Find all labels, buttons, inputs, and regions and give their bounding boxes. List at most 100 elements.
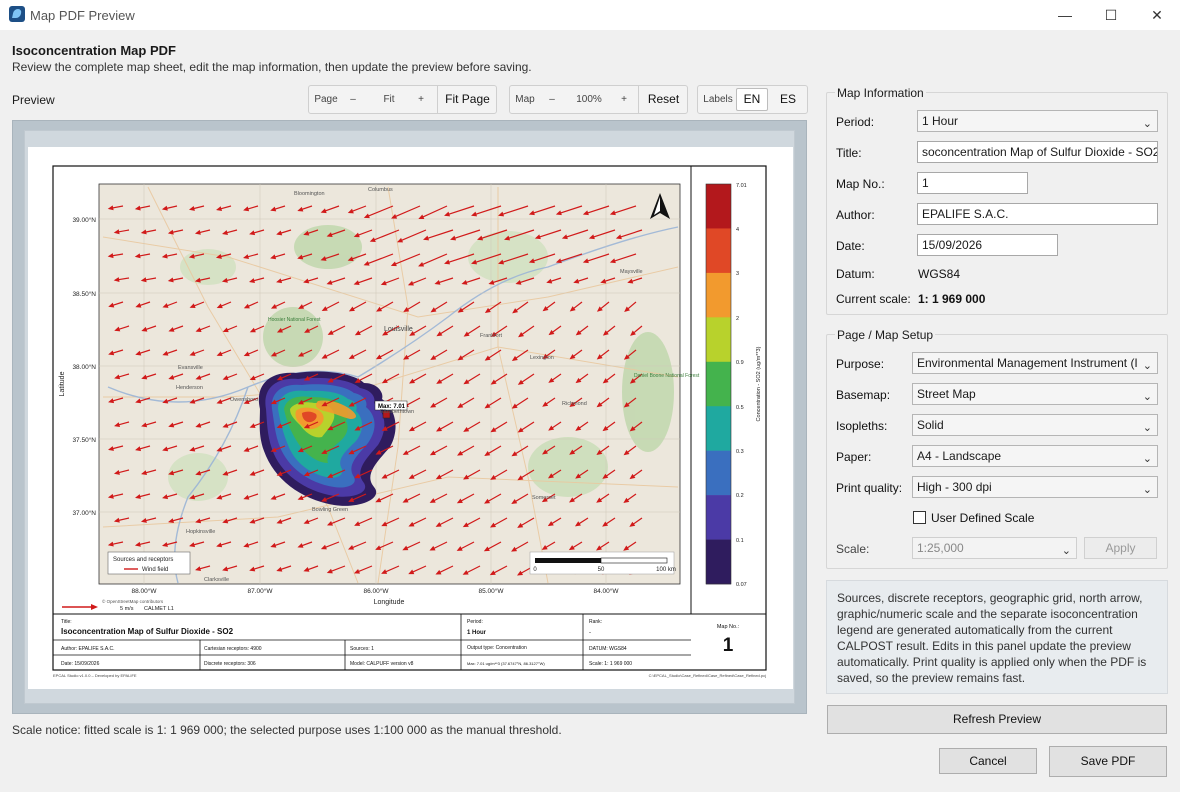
x-axis-label: Longitude xyxy=(374,599,405,606)
legend-title: Sources and receptors xyxy=(113,557,173,563)
preview-viewport[interactable]: Max: 7.01 Bloomington Columbus Evansvill… xyxy=(12,120,807,714)
legend-item-wind-field: Wind field xyxy=(142,567,168,573)
date-input[interactable]: 15/09/2026 xyxy=(917,234,1058,256)
info-notice: Sources, discrete receptors, geographic … xyxy=(826,580,1168,694)
page-zoom-label: Page xyxy=(314,94,338,105)
tb-rank-value: - xyxy=(589,630,591,636)
cancel-button[interactable]: Cancel xyxy=(939,748,1037,774)
tb-mapno-caption: Map No.: xyxy=(717,624,740,630)
colorbar-band xyxy=(706,539,731,585)
page-zoom-in-button[interactable]: + xyxy=(413,86,429,113)
colorbar-tick: 7.01 xyxy=(736,183,747,189)
map-zoom-out-button[interactable]: – xyxy=(544,86,560,113)
page-setup-heading: Page / Map Setup xyxy=(835,328,936,342)
dialog-subtitle: Review the complete map sheet, edit the … xyxy=(12,60,532,74)
purpose-select-value: Environmental Management Instrument (I xyxy=(917,356,1138,370)
place-label: Daniel Boone National Forest xyxy=(634,373,700,379)
current-scale-label: Current scale: xyxy=(836,292,911,306)
place-label: Somerset xyxy=(532,495,556,501)
mapno-input[interactable]: 1 xyxy=(917,172,1028,194)
tb-period-caption: Period: xyxy=(467,619,483,625)
colorbar-tick: 3 xyxy=(736,271,739,277)
period-select[interactable]: 1 Hour ⌄ xyxy=(917,110,1158,132)
lang-es-button[interactable]: ES xyxy=(773,86,803,113)
graphic-scale-bar: 0 50 100 km xyxy=(529,551,676,575)
scale-notice: Scale notice: fitted scale is 1: 1 969 0… xyxy=(12,723,562,737)
page-zoom-group: Page – Fit + Fit Page xyxy=(308,85,497,114)
user-defined-scale-checkbox[interactable] xyxy=(913,511,926,524)
colorbar-tick: 0.9 xyxy=(736,360,744,366)
page-zoom-value: Fit xyxy=(383,94,395,105)
map-reset-button[interactable]: Reset xyxy=(638,86,688,113)
lon-tick: 84.00°W xyxy=(593,587,619,595)
colorbar-tick: 0.1 xyxy=(736,538,744,544)
paper-select[interactable]: A4 - Landscape ⌄ xyxy=(912,445,1158,467)
colorbar-band xyxy=(706,495,731,540)
datum-value: WGS84 xyxy=(918,267,961,281)
colorbar-tick: 2 xyxy=(736,316,739,322)
paper-select-value: A4 - Landscape xyxy=(917,449,1002,463)
isopleths-select[interactable]: Solid ⌄ xyxy=(912,414,1158,436)
close-button[interactable]: ✕ xyxy=(1134,0,1180,30)
lat-tick: 38.50°N xyxy=(72,290,96,298)
save-pdf-button[interactable]: Save PDF xyxy=(1049,746,1167,777)
scale-select-value: 1:25,000 xyxy=(917,541,964,555)
refresh-preview-button[interactable]: Refresh Preview xyxy=(827,705,1167,734)
app-icon xyxy=(9,6,25,22)
colorbar-band xyxy=(706,361,731,407)
fit-page-button[interactable]: Fit Page xyxy=(437,86,497,113)
basemap-select[interactable]: Street Map ⌄ xyxy=(912,383,1158,405)
tb-output-type: Output type: Concentration xyxy=(467,645,527,651)
place-label: Maysville xyxy=(620,269,643,275)
scale-select[interactable]: 1:25,000 ⌄ xyxy=(912,537,1077,559)
place-label: Hopkinsville xyxy=(186,529,215,535)
chevron-down-icon: ⌄ xyxy=(1061,545,1071,557)
lat-tick: 38.00°N xyxy=(72,363,96,371)
maximize-button[interactable]: ☐ xyxy=(1088,0,1134,30)
minimize-button[interactable]: — xyxy=(1042,0,1088,30)
lat-tick: 37.50°N xyxy=(72,436,96,444)
lon-tick: 86.00°W xyxy=(363,587,389,595)
tb-max: Max: 7.01 ug/m**3 (37.6747°N, 86.3127°W) xyxy=(467,661,545,666)
print-quality-select-value: High - 300 dpi xyxy=(917,480,992,494)
author-label: Author: xyxy=(836,208,875,222)
tb-period-value: 1 Hour xyxy=(467,630,487,636)
preview-label: Preview xyxy=(12,93,55,107)
lon-tick: 88.00°W xyxy=(131,587,157,595)
lang-en-button[interactable]: EN xyxy=(736,88,768,111)
place-label: Hoosier National Forest xyxy=(268,317,321,323)
map-sheet-svg: Max: 7.01 Bloomington Columbus Evansvill… xyxy=(52,165,767,678)
title-bar: Map PDF Preview — ☐ ✕ xyxy=(0,0,1180,30)
colorbar-band xyxy=(706,272,731,318)
tb-discrete-receptors: Discrete receptors: 306 xyxy=(204,661,256,667)
basemap-label: Basemap: xyxy=(836,388,891,402)
colorbar-tick: 0.2 xyxy=(736,493,744,499)
basemap-select-value: Street Map xyxy=(917,387,976,401)
period-select-value: 1 Hour xyxy=(922,114,959,128)
map-zoom-label: Map xyxy=(515,94,535,105)
sheet-footer-left: EPCAL Studio v1.0.0 – Developed by EPALI… xyxy=(53,673,137,678)
print-quality-label: Print quality: xyxy=(836,481,903,495)
author-input[interactable]: EPALIFE S.A.C. xyxy=(917,203,1158,225)
place-label: Louisville xyxy=(384,326,413,333)
purpose-select[interactable]: Environmental Management Instrument (I ⌄ xyxy=(912,352,1158,374)
print-quality-select[interactable]: High - 300 dpi ⌄ xyxy=(912,476,1158,498)
place-label: Frankfort xyxy=(480,333,502,339)
colorbar-tick: 0.3 xyxy=(736,449,744,455)
place-label: Columbus xyxy=(368,187,393,193)
wind-reference-speed: 5 m/s xyxy=(120,606,134,612)
user-defined-scale-label[interactable]: User Defined Scale xyxy=(931,511,1034,525)
labels-language-group: Labels EN ES xyxy=(697,85,808,114)
map-zoom-in-button[interactable]: + xyxy=(616,86,632,113)
colorbar-band xyxy=(706,450,731,496)
colorbar-band xyxy=(706,184,731,229)
apply-scale-button[interactable]: Apply xyxy=(1084,537,1157,559)
page-zoom-out-button[interactable]: – xyxy=(345,86,361,113)
map-information-heading: Map Information xyxy=(835,86,926,100)
chevron-down-icon: ⌄ xyxy=(1142,118,1152,130)
tb-rank-caption: Rank: xyxy=(589,619,602,625)
title-input[interactable]: soconcentration Map of Sulfur Dioxide - … xyxy=(917,141,1158,163)
tb-date: Date: 15/09/2026 xyxy=(61,661,100,667)
tb-mapno-value: 1 xyxy=(723,635,734,656)
osm-credit: © OpenStreetMap contributors xyxy=(102,598,164,604)
